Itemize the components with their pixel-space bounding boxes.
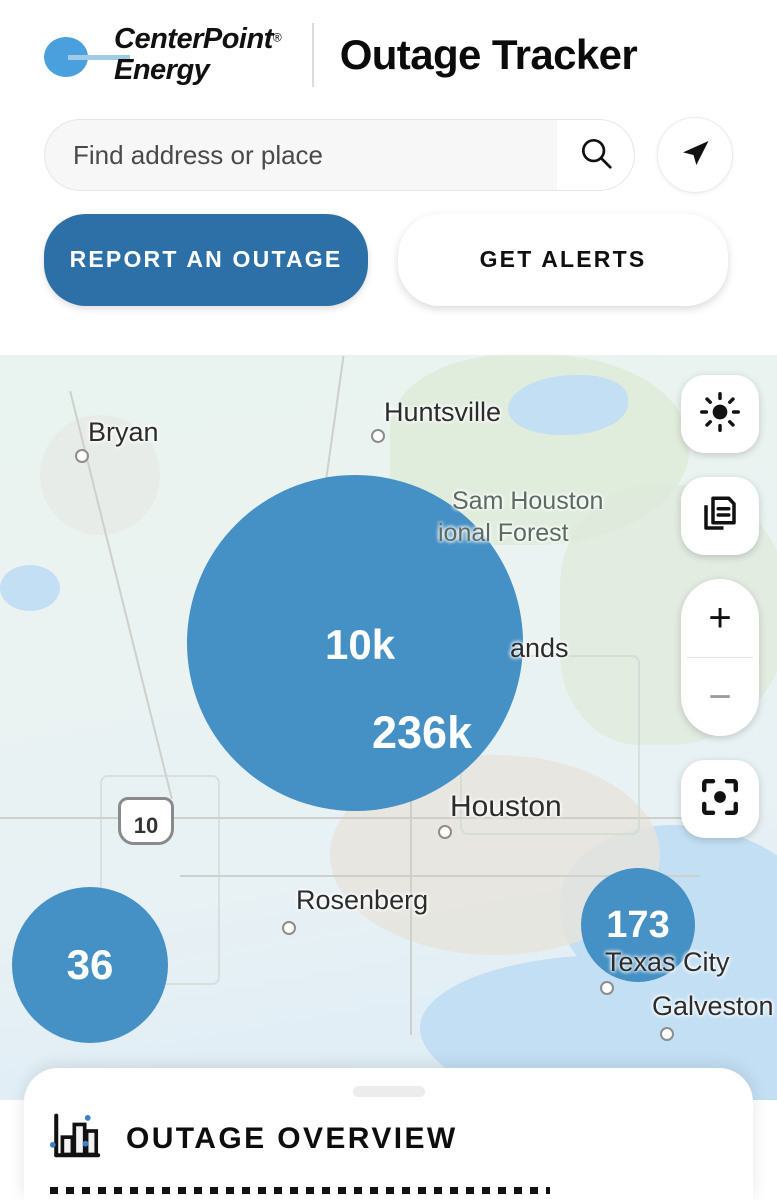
search-icon xyxy=(577,134,615,177)
search-row xyxy=(0,110,777,200)
city-dot xyxy=(600,981,614,995)
outage-tracker-app: CenterPoint® Energy Outage Tracker Find … xyxy=(0,0,777,1200)
city-dot xyxy=(438,825,452,839)
outage-overview-sheet[interactable]: OUTAGE OVERVIEW xyxy=(24,1068,753,1200)
map-label-houston: Houston xyxy=(450,790,562,823)
sheet-dotted-divider xyxy=(50,1187,550,1194)
zoom-controls: + − xyxy=(681,579,759,736)
sheet-title: OUTAGE OVERVIEW xyxy=(126,1121,458,1155)
recenter-button[interactable] xyxy=(681,760,759,838)
action-buttons: REPORT AN OUTAGE GET ALERTS xyxy=(0,200,777,306)
city-dot xyxy=(75,449,89,463)
zoom-out-button[interactable]: − xyxy=(681,658,759,736)
city-dot xyxy=(660,1027,674,1041)
outage-cluster-major-secondary: 10k xyxy=(325,621,396,668)
focus-target-icon xyxy=(698,775,742,824)
map-lake xyxy=(0,565,60,611)
centerpoint-logo-icon xyxy=(44,27,130,83)
outage-cluster-west[interactable]: 36 xyxy=(12,887,168,1043)
brand-row: CenterPoint® Energy Outage Tracker xyxy=(0,0,777,110)
outage-cluster-major-value: 236k xyxy=(372,707,473,758)
brightness-toggle-button[interactable] xyxy=(681,375,759,453)
page-title: Outage Tracker xyxy=(339,31,638,78)
search-input[interactable] xyxy=(44,119,557,191)
report-outage-button[interactable]: REPORT AN OUTAGE xyxy=(44,214,368,306)
interstate-shield: 10 xyxy=(118,797,174,845)
brand-registered-mark: ® xyxy=(272,30,282,45)
map-label-rosenberg: Rosenberg xyxy=(296,885,429,915)
map-label-texas-city: Texas City xyxy=(605,947,730,977)
search-button[interactable] xyxy=(557,119,635,191)
centerpoint-logo: CenterPoint® Energy xyxy=(44,19,282,91)
zoom-in-button[interactable]: + xyxy=(681,579,759,657)
map-label-sam-houston: Sam Houston xyxy=(452,487,604,515)
map-controls: + − xyxy=(681,375,759,838)
brand-line-2: Energy xyxy=(114,54,210,86)
map-label-bryan: Bryan xyxy=(88,417,159,447)
map-label-huntsville: Huntsville xyxy=(384,397,502,427)
map-label-galveston: Galveston xyxy=(652,991,774,1021)
layers-toggle-button[interactable] xyxy=(681,477,759,555)
app-header: CenterPoint® Energy Outage Tracker Find … xyxy=(0,0,777,355)
highway-number: 10 xyxy=(133,813,159,838)
bar-chart-icon xyxy=(49,1111,104,1166)
drag-handle[interactable] xyxy=(352,1086,425,1097)
brand-wordmark: CenterPoint® Energy xyxy=(114,25,282,85)
sheet-header: OUTAGE OVERVIEW xyxy=(24,1097,753,1166)
city-dot xyxy=(371,429,385,443)
get-alerts-button[interactable]: GET ALERTS xyxy=(398,214,728,306)
map-label-national-forest: ional Forest xyxy=(438,519,569,547)
sun-icon xyxy=(699,391,741,438)
locate-me-button[interactable] xyxy=(657,117,733,193)
city-dot xyxy=(282,921,296,935)
header-divider xyxy=(311,23,314,87)
search-bar xyxy=(44,119,635,191)
navigation-arrow-icon xyxy=(677,135,713,176)
brand-line-1: CenterPoint xyxy=(114,23,273,55)
map-label-woodlands: ands xyxy=(510,633,569,663)
copy-documents-icon xyxy=(699,493,741,540)
outage-map[interactable]: 10 10k 236k 36 173 Bryan Huntsville Sam … xyxy=(0,355,777,1100)
